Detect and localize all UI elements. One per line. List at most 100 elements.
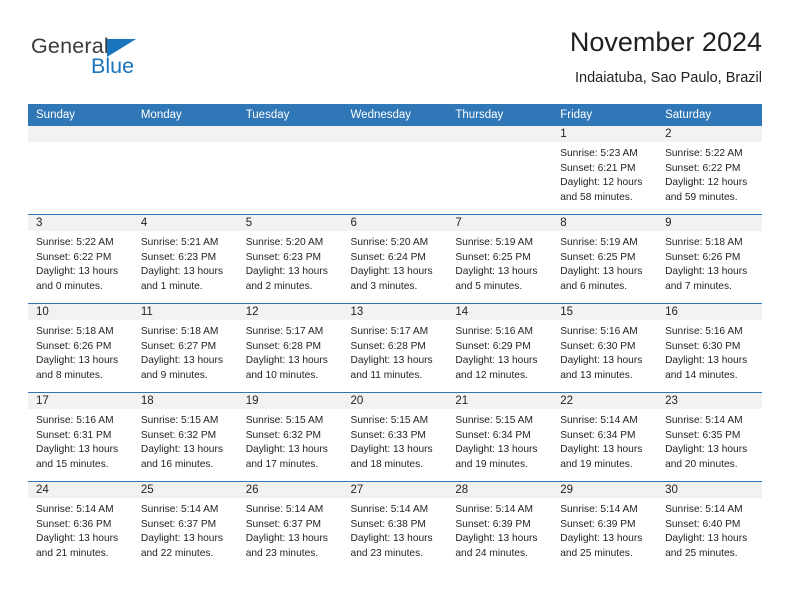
calendar-day-cell[interactable]: 20 Sunrise: 5:15 AM Sunset: 6:33 PM Dayligh… [342,392,448,482]
sunset-time: Sunset: 6:23 PM [245,251,322,263]
day-details: Sunrise: 5:16 AM Sunset: 6:31 PM Daylight:… [28,409,133,472]
calendar-day-cell[interactable]: 24 Sunrise: 5:14 AM Sunset: 6:36 PM Dayligh… [28,481,133,570]
sunset-time: Sunset: 6:37 PM [140,518,217,530]
calendar-day-cell[interactable]: 5 Sunrise: 5:20 AM Sunset: 6:23 PM Daylight… [237,214,343,304]
calendar-day-cell[interactable]: 26 Sunrise: 5:14 AM Sunset: 6:37 PM Dayligh… [237,481,343,570]
daylight-duration-line2: and 0 minutes. [36,280,103,292]
title-block: November 2024 Indaiatuba, Sao Paulo, Bra… [569,27,762,86]
day-cell-inner: 9 Sunrise: 5:18 AM Sunset: 6:26 PM Daylight… [657,215,762,303]
calendar-day-cell[interactable]: 8 Sunrise: 5:19 AM Sunset: 6:25 PM Daylight… [552,214,658,304]
calendar-day-cell [447,126,553,215]
sunrise-time: Sunrise: 5:17 AM [245,326,324,337]
sunset-time: Sunset: 6:30 PM [665,340,741,352]
day-number: 28 [447,482,553,498]
daylight-duration-line2: and 9 minutes. [140,369,208,381]
day-details: Sunrise: 5:19 AM Sunset: 6:25 PM Daylight:… [552,231,657,294]
daylight-duration-line1: Daylight: 13 hours [560,355,643,367]
calendar-day-cell[interactable]: 23 Sunrise: 5:14 AM Sunset: 6:35 PM Dayligh… [657,392,762,482]
sunrise-time: Sunrise: 5:15 AM [245,415,324,426]
day-number: 10 [28,304,133,320]
day-cell-inner: 2 Sunrise: 5:22 AM Sunset: 6:22 PM Daylight… [657,126,762,214]
day-cell-inner: 8 Sunrise: 5:19 AM Sunset: 6:25 PM Daylight… [552,215,658,303]
day-number: 29 [552,482,658,498]
generalblue-logo[interactable]: General Blue [31,35,211,94]
calendar-day-cell [28,126,133,215]
daylight-duration-line1: Daylight: 13 hours [245,266,328,278]
day-cell-inner: 27 Sunrise: 5:14 AM Sunset: 6:38 PM Dayligh… [342,482,448,570]
sunset-time: Sunset: 6:32 PM [245,429,322,441]
day-cell-inner: 24 Sunrise: 5:14 AM Sunset: 6:36 PM Dayligh… [28,482,133,570]
day-number: 23 [657,393,762,409]
calendar-day-cell[interactable]: 6 Sunrise: 5:20 AM Sunset: 6:24 PM Daylight… [342,214,448,304]
day-details: Sunrise: 5:18 AM Sunset: 6:27 PM Daylight:… [133,320,238,383]
day-details: Sunrise: 5:20 AM Sunset: 6:24 PM Daylight:… [343,231,448,294]
sunrise-time: Sunrise: 5:15 AM [140,415,219,426]
day-number: 25 [132,482,238,498]
calendar-day-cell[interactable]: 12 Sunrise: 5:17 AM Sunset: 6:28 PM Dayligh… [237,303,343,393]
day-number [342,126,448,142]
calendar-week-row: 3 Sunrise: 5:22 AM Sunset: 6:22 PM Daylight… [28,214,762,304]
sunrise-time: Sunrise: 5:14 AM [455,504,533,515]
daylight-duration-line1: Daylight: 13 hours [350,266,433,278]
day-cell-inner: 3 Sunrise: 5:22 AM Sunset: 6:22 PM Daylight… [28,215,133,303]
day-number: 12 [237,304,343,320]
calendar-day-cell[interactable]: 17 Sunrise: 5:16 AM Sunset: 6:31 PM Dayligh… [28,392,133,482]
calendar-day-cell[interactable]: 13 Sunrise: 5:17 AM Sunset: 6:28 PM Dayligh… [342,303,448,393]
day-number: 3 [28,215,133,231]
calendar-day-cell[interactable]: 27 Sunrise: 5:14 AM Sunset: 6:38 PM Dayligh… [342,481,448,570]
day-cell-inner: 13 Sunrise: 5:17 AM Sunset: 6:28 PM Dayligh… [342,304,448,392]
sunset-time: Sunset: 6:38 PM [350,518,426,530]
sunset-time: Sunset: 6:40 PM [665,518,741,530]
calendar-day-cell[interactable]: 28 Sunrise: 5:14 AM Sunset: 6:39 PM Dayligh… [447,481,553,570]
calendar-day-cell[interactable]: 29 Sunrise: 5:14 AM Sunset: 6:39 PM Dayligh… [552,481,658,570]
calendar-header-row: Sunday Monday Tuesday Wednesday Thursday… [28,104,762,126]
day-number: 14 [447,304,553,320]
day-number [447,126,553,142]
calendar-week-row: 17 Sunrise: 5:16 AM Sunset: 6:31 PM Dayligh… [28,392,762,482]
calendar-day-cell[interactable]: 3 Sunrise: 5:22 AM Sunset: 6:22 PM Daylight… [28,214,133,304]
calendar-day-cell[interactable]: 18 Sunrise: 5:15 AM Sunset: 6:32 PM Dayligh… [132,392,238,482]
day-details: Sunrise: 5:14 AM Sunset: 6:37 PM Daylight:… [238,498,343,561]
sunrise-time: Sunrise: 5:18 AM [36,326,114,337]
daylight-duration-line2: and 3 minutes. [350,280,418,292]
calendar-day-cell[interactable]: 7 Sunrise: 5:19 AM Sunset: 6:25 PM Daylight… [447,214,553,304]
day-details: Sunrise: 5:15 AM Sunset: 6:33 PM Daylight:… [343,409,448,472]
calendar-day-cell[interactable]: 1 Sunrise: 5:23 AM Sunset: 6:21 PM Daylight… [552,126,658,215]
calendar-day-cell[interactable]: 22 Sunrise: 5:14 AM Sunset: 6:34 PM Dayligh… [552,392,658,482]
calendar-day-cell[interactable]: 16 Sunrise: 5:16 AM Sunset: 6:30 PM Dayligh… [657,303,762,393]
calendar-day-cell[interactable]: 9 Sunrise: 5:18 AM Sunset: 6:26 PM Daylight… [657,214,762,304]
daylight-duration-line1: Daylight: 13 hours [36,355,119,367]
sunset-time: Sunset: 6:28 PM [245,340,322,352]
sunset-time: Sunset: 6:24 PM [350,251,426,263]
calendar-day-cell[interactable]: 15 Sunrise: 5:16 AM Sunset: 6:30 PM Dayligh… [552,303,658,393]
calendar-day-cell[interactable]: 30 Sunrise: 5:14 AM Sunset: 6:40 PM Dayligh… [657,481,762,570]
page-title: November 2024 [569,27,762,57]
weekday-header-friday: Friday [552,104,658,126]
day-details: Sunrise: 5:22 AM Sunset: 6:22 PM Daylight:… [657,142,762,205]
calendar-day-cell[interactable]: 2 Sunrise: 5:22 AM Sunset: 6:22 PM Daylight… [657,126,762,215]
day-cell-inner: 7 Sunrise: 5:19 AM Sunset: 6:25 PM Daylight… [447,215,553,303]
daylight-duration-line2: and 25 minutes. [665,547,738,559]
day-number: 21 [447,393,553,409]
day-number: 16 [657,304,762,320]
day-number: 30 [657,482,762,498]
day-number: 24 [28,482,133,498]
day-cell-inner: 4 Sunrise: 5:21 AM Sunset: 6:23 PM Daylight… [132,215,238,303]
calendar-day-cell[interactable]: 14 Sunrise: 5:16 AM Sunset: 6:29 PM Dayligh… [447,303,553,393]
calendar-day-cell[interactable]: 25 Sunrise: 5:14 AM Sunset: 6:37 PM Dayligh… [132,481,238,570]
calendar-day-cell[interactable]: 11 Sunrise: 5:18 AM Sunset: 6:27 PM Dayligh… [132,303,238,393]
daylight-duration-line2: and 7 minutes. [665,280,732,292]
day-cell-inner: 16 Sunrise: 5:16 AM Sunset: 6:30 PM Dayligh… [657,304,762,392]
calendar-day-cell[interactable]: 21 Sunrise: 5:15 AM Sunset: 6:34 PM Dayligh… [447,392,553,482]
day-number: 27 [342,482,448,498]
calendar-day-cell[interactable]: 19 Sunrise: 5:15 AM Sunset: 6:32 PM Dayligh… [237,392,343,482]
page-subtitle: Indaiatuba, Sao Paulo, Brazil [574,69,762,86]
day-number: 7 [447,215,553,231]
daylight-duration-line1: Daylight: 13 hours [245,533,328,545]
calendar-day-cell[interactable]: 10 Sunrise: 5:18 AM Sunset: 6:26 PM Dayligh… [28,303,133,393]
calendar-day-cell [132,126,238,215]
sunset-time: Sunset: 6:35 PM [665,429,741,441]
day-details: Sunrise: 5:14 AM Sunset: 6:38 PM Daylight:… [343,498,448,561]
calendar-day-cell[interactable]: 4 Sunrise: 5:21 AM Sunset: 6:23 PM Daylight… [132,214,238,304]
sunrise-time: Sunrise: 5:14 AM [665,504,743,515]
